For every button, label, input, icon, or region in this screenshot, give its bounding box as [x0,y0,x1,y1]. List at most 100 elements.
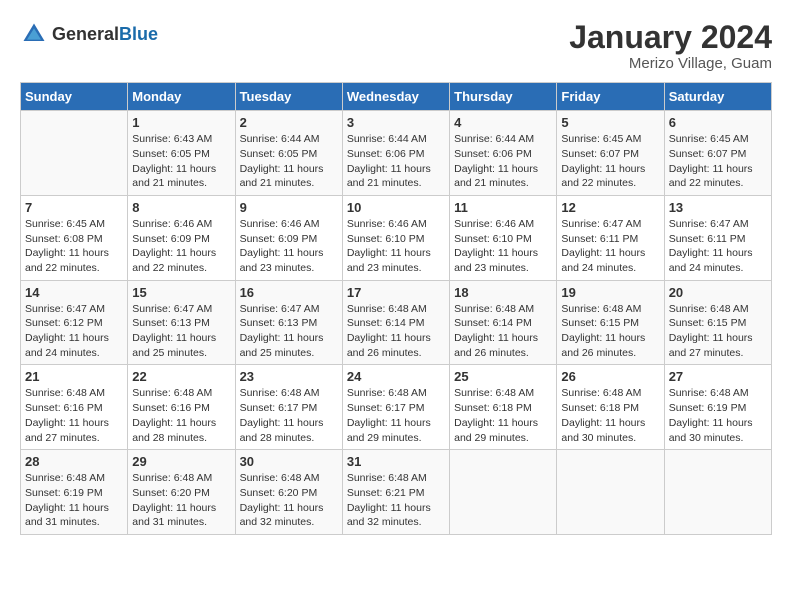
logo-icon [20,20,48,48]
day-number: 13 [669,200,767,215]
calendar-body: 1Sunrise: 6:43 AM Sunset: 6:05 PM Daylig… [21,111,772,535]
month-title: January 2024 [569,20,772,55]
calendar-cell [450,450,557,535]
day-number: 12 [561,200,659,215]
calendar-cell: 21Sunrise: 6:48 AM Sunset: 6:16 PM Dayli… [21,365,128,450]
calendar-cell: 3 Sunrise: 6:44 AM Sunset: 6:06 PM Daylig… [342,111,449,196]
calendar-week-row: 14Sunrise: 6:47 AM Sunset: 6:12 PM Dayli… [21,280,772,365]
day-number: 16 [240,285,338,300]
day-sun-info: Sunrise: 6:48 AM Sunset: 6:20 PM Dayligh… [132,471,230,530]
day-sun-info: Sunrise: 6:48 AM Sunset: 6:20 PM Dayligh… [240,471,338,530]
day-number: 3 [347,115,445,130]
day-sun-info: Sunrise: 6:48 AM Sunset: 6:16 PM Dayligh… [132,386,230,445]
calendar-cell: 15Sunrise: 6:47 AM Sunset: 6:13 PM Dayli… [128,280,235,365]
calendar-cell: 19Sunrise: 6:48 AM Sunset: 6:15 PM Dayli… [557,280,664,365]
calendar-cell: 7 Sunrise: 6:45 AM Sunset: 6:08 PM Daylig… [21,195,128,280]
day-number: 6 [669,115,767,130]
day-number: 22 [132,369,230,384]
calendar-cell: 24 Sunrise: 6:48 AM Sunset: 6:17 PM Dayli… [342,365,449,450]
day-number: 5 [561,115,659,130]
day-number: 20 [669,285,767,300]
day-sun-info: Sunrise: 6:46 AM Sunset: 6:10 PM Dayligh… [454,217,552,276]
calendar-cell: 23Sunrise: 6:48 AM Sunset: 6:17 PM Dayli… [235,365,342,450]
day-sun-info: Sunrise: 6:48 AM Sunset: 6:18 PM Dayligh… [561,386,659,445]
day-sun-info: Sunrise: 6:48 AM Sunset: 6:15 PM Dayligh… [669,302,767,361]
calendar-cell: 5Sunrise: 6:45 AM Sunset: 6:07 PM Daylig… [557,111,664,196]
calendar-cell: 30 Sunrise: 6:48 AM Sunset: 6:20 PM Dayli… [235,450,342,535]
calendar-cell: 20 Sunrise: 6:48 AM Sunset: 6:15 PM Dayli… [664,280,771,365]
calendar-week-row: 28Sunrise: 6:48 AM Sunset: 6:19 PM Dayli… [21,450,772,535]
day-sun-info: Sunrise: 6:44 AM Sunset: 6:06 PM Dayligh… [347,132,445,191]
day-number: 9 [240,200,338,215]
day-number: 30 [240,454,338,469]
day-sun-info: Sunrise: 6:47 AM Sunset: 6:12 PM Dayligh… [25,302,123,361]
weekday-row: SundayMondayTuesdayWednesdayThursdayFrid… [21,83,772,111]
day-sun-info: Sunrise: 6:48 AM Sunset: 6:14 PM Dayligh… [454,302,552,361]
day-number: 27 [669,369,767,384]
day-number: 18 [454,285,552,300]
day-number: 24 [347,369,445,384]
day-sun-info: Sunrise: 6:44 AM Sunset: 6:06 PM Dayligh… [454,132,552,191]
calendar-cell: 9 Sunrise: 6:46 AM Sunset: 6:09 PM Daylig… [235,195,342,280]
day-number: 28 [25,454,123,469]
day-sun-info: Sunrise: 6:43 AM Sunset: 6:05 PM Dayligh… [132,132,230,191]
weekday-header: Friday [557,83,664,111]
weekday-header: Saturday [664,83,771,111]
weekday-header: Thursday [450,83,557,111]
calendar-cell: 17 Sunrise: 6:48 AM Sunset: 6:14 PM Dayli… [342,280,449,365]
day-sun-info: Sunrise: 6:46 AM Sunset: 6:09 PM Dayligh… [132,217,230,276]
calendar-cell: 6 Sunrise: 6:45 AM Sunset: 6:07 PM Daylig… [664,111,771,196]
calendar-cell: 29Sunrise: 6:48 AM Sunset: 6:20 PM Dayli… [128,450,235,535]
day-number: 8 [132,200,230,215]
day-number: 4 [454,115,552,130]
calendar-table: SundayMondayTuesdayWednesdayThursdayFrid… [20,82,772,535]
calendar-cell: 31Sunrise: 6:48 AM Sunset: 6:21 PM Dayli… [342,450,449,535]
weekday-header: Monday [128,83,235,111]
calendar-cell: 18 Sunrise: 6:48 AM Sunset: 6:14 PM Dayli… [450,280,557,365]
day-sun-info: Sunrise: 6:48 AM Sunset: 6:18 PM Dayligh… [454,386,552,445]
title-block: January 2024 Merizo Village, Guam [569,20,772,72]
day-number: 10 [347,200,445,215]
day-sun-info: Sunrise: 6:47 AM Sunset: 6:11 PM Dayligh… [561,217,659,276]
logo-text: GeneralBlue [52,24,158,45]
weekday-header: Wednesday [342,83,449,111]
calendar-cell: 28Sunrise: 6:48 AM Sunset: 6:19 PM Dayli… [21,450,128,535]
calendar-cell: 25Sunrise: 6:48 AM Sunset: 6:18 PM Dayli… [450,365,557,450]
day-number: 11 [454,200,552,215]
day-sun-info: Sunrise: 6:47 AM Sunset: 6:13 PM Dayligh… [240,302,338,361]
calendar-week-row: 7 Sunrise: 6:45 AM Sunset: 6:08 PM Daylig… [21,195,772,280]
calendar-cell: 27Sunrise: 6:48 AM Sunset: 6:19 PM Dayli… [664,365,771,450]
calendar-cell: 26 Sunrise: 6:48 AM Sunset: 6:18 PM Dayli… [557,365,664,450]
location-title: Merizo Village, Guam [569,55,772,72]
day-number: 31 [347,454,445,469]
day-sun-info: Sunrise: 6:45 AM Sunset: 6:07 PM Dayligh… [669,132,767,191]
calendar-cell: 8 Sunrise: 6:46 AM Sunset: 6:09 PM Daylig… [128,195,235,280]
calendar-cell: 16 Sunrise: 6:47 AM Sunset: 6:13 PM Dayli… [235,280,342,365]
day-number: 2 [240,115,338,130]
day-number: 26 [561,369,659,384]
calendar-cell: 11 Sunrise: 6:46 AM Sunset: 6:10 PM Dayli… [450,195,557,280]
calendar-cell: 10 Sunrise: 6:46 AM Sunset: 6:10 PM Dayli… [342,195,449,280]
day-sun-info: Sunrise: 6:48 AM Sunset: 6:14 PM Dayligh… [347,302,445,361]
day-sun-info: Sunrise: 6:46 AM Sunset: 6:09 PM Dayligh… [240,217,338,276]
day-sun-info: Sunrise: 6:48 AM Sunset: 6:15 PM Dayligh… [561,302,659,361]
day-sun-info: Sunrise: 6:45 AM Sunset: 6:08 PM Dayligh… [25,217,123,276]
day-sun-info: Sunrise: 6:47 AM Sunset: 6:11 PM Dayligh… [669,217,767,276]
logo-general: General [52,24,119,44]
day-number: 17 [347,285,445,300]
day-sun-info: Sunrise: 6:46 AM Sunset: 6:10 PM Dayligh… [347,217,445,276]
day-sun-info: Sunrise: 6:48 AM Sunset: 6:17 PM Dayligh… [347,386,445,445]
logo: GeneralBlue [20,20,158,48]
day-number: 21 [25,369,123,384]
day-number: 15 [132,285,230,300]
calendar-cell: 14Sunrise: 6:47 AM Sunset: 6:12 PM Dayli… [21,280,128,365]
calendar-header: SundayMondayTuesdayWednesdayThursdayFrid… [21,83,772,111]
calendar-cell: 13 Sunrise: 6:47 AM Sunset: 6:11 PM Dayli… [664,195,771,280]
calendar-cell: 1Sunrise: 6:43 AM Sunset: 6:05 PM Daylig… [128,111,235,196]
calendar-cell: 2 Sunrise: 6:44 AM Sunset: 6:05 PM Daylig… [235,111,342,196]
day-sun-info: Sunrise: 6:44 AM Sunset: 6:05 PM Dayligh… [240,132,338,191]
page-header: GeneralBlue January 2024 Merizo Village,… [20,20,772,72]
calendar-cell: 22 Sunrise: 6:48 AM Sunset: 6:16 PM Dayli… [128,365,235,450]
day-number: 23 [240,369,338,384]
day-number: 7 [25,200,123,215]
